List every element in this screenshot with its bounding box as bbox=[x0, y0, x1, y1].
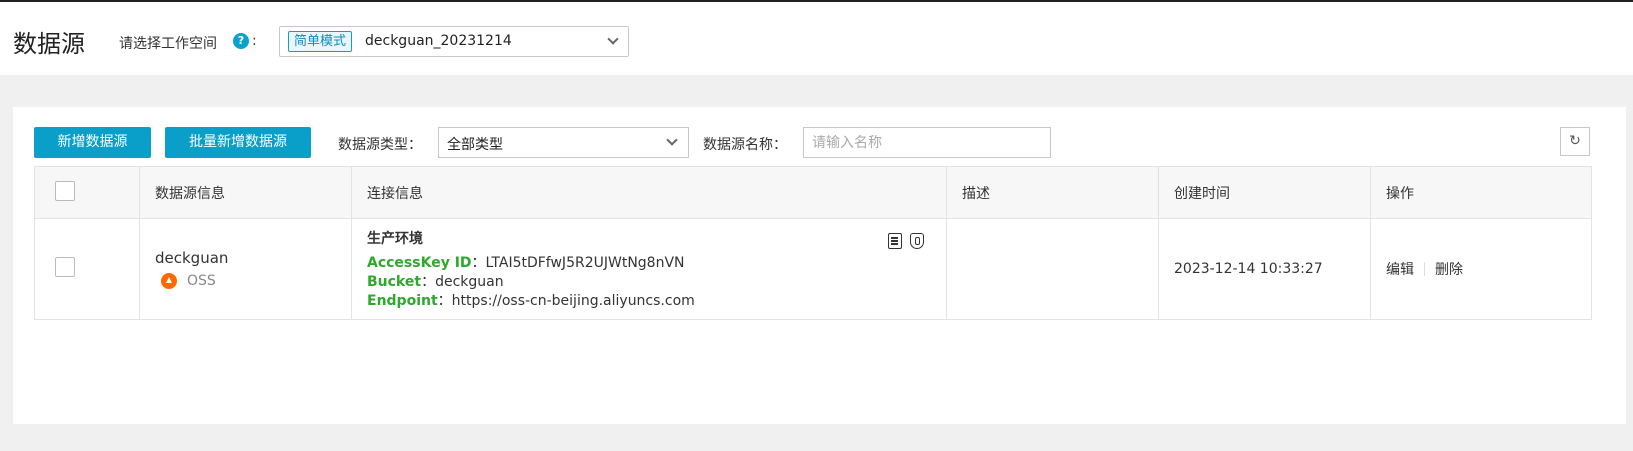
actions-divider bbox=[1424, 262, 1425, 276]
environment-title: 生产环境 bbox=[367, 230, 423, 247]
help-icon[interactable]: ? bbox=[233, 33, 249, 49]
batch-add-datasource-button[interactable]: 批量新增数据源 bbox=[165, 127, 311, 158]
datasource-type: OSS bbox=[155, 273, 351, 289]
workspace-mode-badge: 简单模式 bbox=[288, 31, 353, 52]
endpoint-sep: ： bbox=[437, 292, 452, 309]
endpoint-value: https://oss-cn-beijing.aliyuncs.com bbox=[451, 292, 695, 309]
bucket-value: deckguan bbox=[435, 273, 504, 290]
row-checkbox[interactable] bbox=[55, 257, 75, 277]
connection-info-cell: 生产环境 AccessKey ID：LTAI5tDFfwJ5R2UJWtNg8n… bbox=[351, 218, 947, 320]
name-filter-label: 数据源名称： bbox=[703, 137, 787, 153]
type-filter-label: 数据源类型： bbox=[338, 137, 422, 153]
type-filter-select[interactable]: 全部类型 bbox=[438, 127, 689, 158]
datasource-card: 新增数据源 批量新增数据源 数据源类型： 全部类型 数据源名称： ↻ 数据源信息… bbox=[13, 107, 1626, 424]
chevron-down-icon bbox=[607, 33, 619, 45]
copy-icon[interactable] bbox=[888, 233, 902, 249]
select-all-checkbox[interactable] bbox=[55, 180, 75, 201]
table-header-row: 数据源信息 连接信息 描述 创建时间 操作 bbox=[34, 166, 1592, 219]
column-header-connection: 连接信息 bbox=[351, 166, 947, 219]
delete-link[interactable]: 删除 bbox=[1435, 259, 1463, 279]
edit-link[interactable]: 编辑 bbox=[1386, 259, 1414, 279]
column-header-description: 描述 bbox=[946, 166, 1159, 219]
select-all-cell bbox=[34, 166, 140, 219]
workspace-label: 请选择工作空间 bbox=[119, 36, 217, 52]
access-key-value: LTAI5tDFfwJ5R2UJWtNg8nVN bbox=[485, 254, 685, 271]
description-cell bbox=[946, 218, 1159, 320]
shield-icon[interactable] bbox=[910, 233, 924, 249]
oss-cloud-icon bbox=[161, 273, 177, 289]
column-header-created: 创建时间 bbox=[1158, 166, 1371, 219]
name-filter-input[interactable] bbox=[803, 127, 1051, 158]
workspace-select[interactable]: 简单模式 deckguan_20231214 bbox=[279, 26, 629, 57]
column-header-actions: 操作 bbox=[1370, 166, 1592, 219]
bucket-sep: ： bbox=[421, 273, 436, 290]
access-key-sep: ： bbox=[471, 254, 486, 271]
row-select-cell bbox=[34, 218, 140, 320]
datasource-name: deckguan bbox=[155, 249, 229, 267]
created-time-cell: 2023-12-14 10:33:27 bbox=[1158, 218, 1371, 320]
datasource-info-cell: deckguan OSS bbox=[139, 218, 352, 320]
refresh-button[interactable]: ↻ bbox=[1560, 127, 1590, 156]
access-key-line: AccessKey ID：LTAI5tDFfwJ5R2UJWtNg8nVN bbox=[367, 254, 946, 273]
workspace-value: deckguan_20231214 bbox=[365, 33, 512, 49]
connection-actions bbox=[888, 233, 924, 249]
actions-cell: 编辑 删除 bbox=[1370, 218, 1592, 320]
datasource-type-label: OSS bbox=[187, 273, 216, 289]
page-header: 数据源 请选择工作空间 ? : 简单模式 deckguan_20231214 bbox=[0, 2, 1633, 75]
bucket-line: Bucket：deckguan bbox=[367, 273, 946, 292]
endpoint-label: Endpoint bbox=[367, 292, 438, 309]
table-row: deckguan OSS 生产环境 AccessKey ID：LTAI5tDFf… bbox=[34, 218, 1592, 320]
datasource-table: 数据源信息 连接信息 描述 创建时间 操作 deckguan OSS 生产环境 … bbox=[34, 166, 1592, 320]
type-filter-value: 全部类型 bbox=[447, 137, 503, 153]
access-key-label: AccessKey ID bbox=[367, 254, 472, 271]
bucket-label: Bucket bbox=[367, 273, 422, 290]
refresh-icon: ↻ bbox=[1569, 133, 1581, 149]
workspace-colon: : bbox=[252, 33, 257, 49]
row-actions: 编辑 删除 bbox=[1386, 259, 1591, 279]
add-datasource-button[interactable]: 新增数据源 bbox=[34, 127, 151, 158]
column-header-info: 数据源信息 bbox=[139, 166, 352, 219]
endpoint-line: Endpoint：https://oss-cn-beijing.aliyuncs… bbox=[367, 292, 946, 311]
chevron-down-icon bbox=[666, 134, 678, 146]
page-title: 数据源 bbox=[13, 30, 85, 58]
